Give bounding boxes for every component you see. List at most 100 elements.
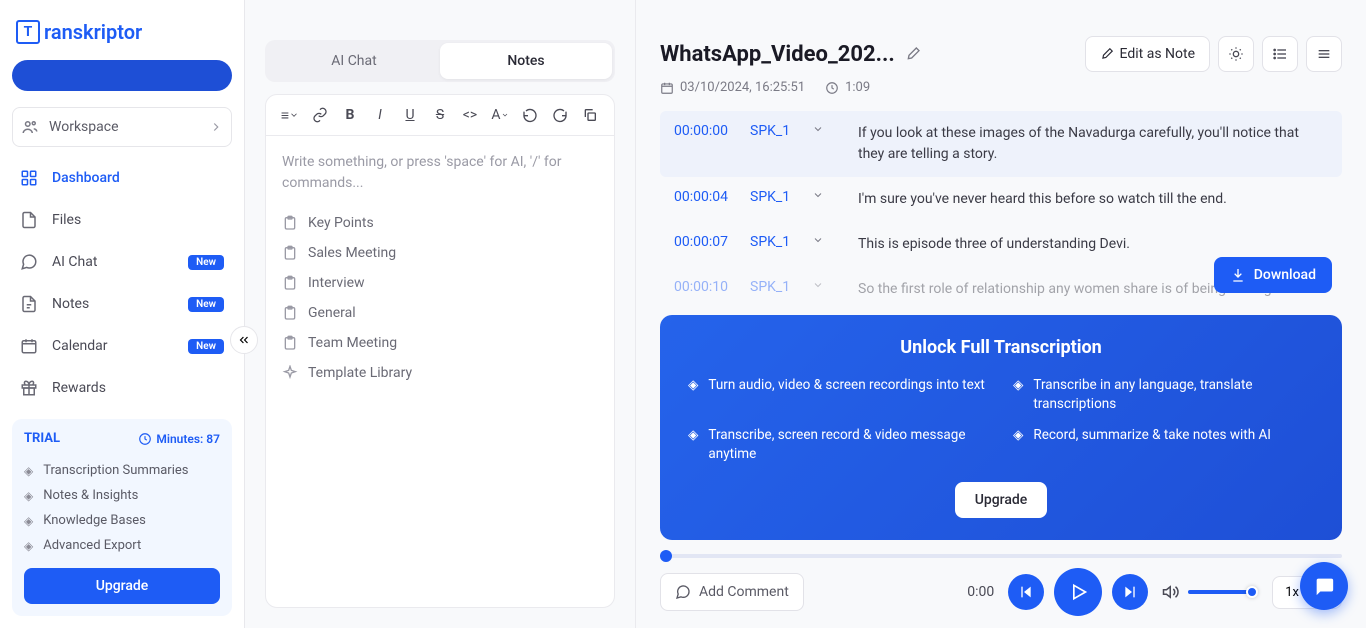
notes-panel: AI Chat Notes ≡ B I U S <> A Write somet… bbox=[245, 0, 635, 628]
template-library[interactable]: Template Library bbox=[282, 358, 598, 388]
underline-button[interactable]: U bbox=[400, 105, 420, 125]
tab-ai-chat[interactable]: AI Chat bbox=[268, 43, 440, 79]
comment-icon bbox=[675, 584, 691, 600]
editor-card: ≡ B I U S <> A Write something, or press… bbox=[265, 94, 615, 608]
edit-icon[interactable] bbox=[905, 46, 921, 62]
clipboard-icon bbox=[282, 335, 298, 351]
skip-forward-button[interactable] bbox=[1112, 574, 1148, 610]
template-sales-meeting[interactable]: Sales Meeting bbox=[282, 238, 598, 268]
unlock-banner: Unlock Full Transcription ◈Turn audio, v… bbox=[660, 315, 1342, 540]
progress-thumb[interactable] bbox=[660, 550, 672, 562]
diamond-icon: ◈ bbox=[24, 514, 33, 528]
collapse-sidebar-button[interactable] bbox=[230, 326, 258, 354]
nav-files[interactable]: Files bbox=[12, 201, 232, 239]
workspace-selector[interactable]: Workspace bbox=[12, 107, 232, 147]
template-key-points[interactable]: Key Points bbox=[282, 208, 598, 238]
trial-feature: ◈Notes & Insights bbox=[24, 483, 220, 508]
badge-new: New bbox=[188, 297, 224, 312]
chevron-down-icon[interactable] bbox=[812, 123, 832, 165]
nav-notes[interactable]: Notes New bbox=[12, 285, 232, 323]
audio-player: Add Comment 0:00 1x bbox=[660, 554, 1342, 616]
skip-forward-icon bbox=[1122, 584, 1138, 600]
dashboard-icon bbox=[20, 169, 38, 187]
calendar-icon bbox=[20, 337, 38, 355]
chevron-down-icon[interactable] bbox=[812, 189, 832, 210]
code-button[interactable]: <> bbox=[460, 105, 480, 125]
volume-slider[interactable] bbox=[1188, 590, 1258, 594]
theme-button[interactable] bbox=[1218, 36, 1254, 72]
file-date: 03/10/2024, 16:25:51 bbox=[680, 80, 805, 95]
editor-body[interactable]: Write something, or press 'space' for AI… bbox=[266, 136, 614, 404]
support-chat-button[interactable] bbox=[1300, 562, 1348, 610]
sun-icon bbox=[1228, 46, 1244, 62]
template-general[interactable]: General bbox=[282, 298, 598, 328]
list-button[interactable] bbox=[1262, 36, 1298, 72]
strikethrough-button[interactable]: S bbox=[430, 105, 450, 125]
volume-thumb[interactable] bbox=[1246, 586, 1258, 598]
clock-icon bbox=[138, 432, 152, 446]
unlock-upgrade-button[interactable]: Upgrade bbox=[955, 482, 1048, 518]
file-icon bbox=[20, 211, 38, 229]
chevron-down-icon[interactable] bbox=[812, 279, 832, 300]
link-button[interactable] bbox=[310, 105, 330, 125]
trial-label: TRIAL bbox=[24, 431, 60, 446]
nav-rewards[interactable]: Rewards bbox=[12, 369, 232, 407]
sparkle-icon bbox=[282, 365, 298, 381]
volume-icon[interactable] bbox=[1162, 583, 1180, 601]
italic-button[interactable]: I bbox=[370, 105, 390, 125]
add-comment-button[interactable]: Add Comment bbox=[660, 573, 804, 611]
editor-placeholder: Write something, or press 'space' for AI… bbox=[282, 152, 598, 194]
edit-as-note-button[interactable]: Edit as Note bbox=[1085, 36, 1210, 72]
current-time: 0:00 bbox=[967, 584, 994, 600]
logo-text: ranskriptor bbox=[44, 20, 142, 44]
nav-dashboard[interactable]: Dashboard bbox=[12, 159, 232, 197]
format-dropdown[interactable]: ≡ bbox=[280, 105, 300, 125]
logo-icon: T bbox=[16, 20, 40, 44]
diamond-icon: ◈ bbox=[24, 464, 33, 478]
clipboard-icon bbox=[282, 305, 298, 321]
tab-row: AI Chat Notes bbox=[265, 40, 615, 82]
diamond-icon: ◈ bbox=[24, 539, 33, 553]
skip-back-button[interactable] bbox=[1008, 574, 1044, 610]
unlock-feature: ◈Transcribe in any language, translate t… bbox=[1013, 376, 1314, 414]
nav-ai-chat[interactable]: AI Chat New bbox=[12, 243, 232, 281]
editor-toolbar: ≡ B I U S <> A bbox=[266, 95, 614, 136]
bold-button[interactable]: B bbox=[340, 105, 360, 125]
file-title: WhatsApp_Video_202... bbox=[660, 42, 895, 67]
chat-icon bbox=[20, 253, 38, 271]
nav-calendar[interactable]: Calendar New bbox=[12, 327, 232, 365]
color-button[interactable]: A bbox=[490, 105, 510, 125]
chevron-down-icon[interactable] bbox=[812, 234, 832, 255]
trial-feature: ◈Advanced Export bbox=[24, 533, 220, 558]
list-icon bbox=[1272, 46, 1288, 62]
download-button[interactable]: Download bbox=[1214, 257, 1332, 293]
play-button[interactable] bbox=[1054, 568, 1102, 616]
skip-back-icon bbox=[1018, 584, 1034, 600]
nav-list: Dashboard Files AI Chat New Notes New Ca… bbox=[12, 159, 232, 411]
file-duration: 1:09 bbox=[845, 80, 870, 95]
redo-button[interactable] bbox=[550, 105, 570, 125]
undo-button[interactable] bbox=[520, 105, 540, 125]
template-team-meeting[interactable]: Team Meeting bbox=[282, 328, 598, 358]
notes-icon bbox=[20, 295, 38, 313]
transcript-row[interactable]: 00:00:00 SPK_1 If you look at these imag… bbox=[660, 111, 1342, 177]
badge-new: New bbox=[188, 255, 224, 270]
diamond-icon: ◈ bbox=[24, 489, 33, 503]
template-interview[interactable]: Interview bbox=[282, 268, 598, 298]
menu-button[interactable] bbox=[1306, 36, 1342, 72]
diamond-icon: ◈ bbox=[1013, 426, 1023, 464]
calendar-icon bbox=[660, 81, 674, 95]
logo[interactable]: T ranskriptor bbox=[12, 12, 232, 60]
transcript-row[interactable]: 00:00:04 SPK_1 I'm sure you've never hea… bbox=[660, 177, 1342, 222]
primary-action-pill[interactable] bbox=[12, 60, 232, 91]
upgrade-button[interactable]: Upgrade bbox=[24, 568, 220, 604]
trial-box: TRIAL Minutes: 87 ◈Transcription Summari… bbox=[12, 419, 232, 616]
diamond-icon: ◈ bbox=[1013, 376, 1023, 414]
copy-button[interactable] bbox=[580, 105, 600, 125]
unlock-feature: ◈Turn audio, video & screen recordings i… bbox=[688, 376, 989, 414]
tab-notes[interactable]: Notes bbox=[440, 43, 612, 79]
unlock-feature: ◈Record, summarize & take notes with AI bbox=[1013, 426, 1314, 464]
pencil-icon bbox=[1100, 47, 1114, 61]
progress-bar[interactable] bbox=[660, 554, 1342, 558]
trial-minutes: Minutes: 87 bbox=[138, 432, 220, 446]
